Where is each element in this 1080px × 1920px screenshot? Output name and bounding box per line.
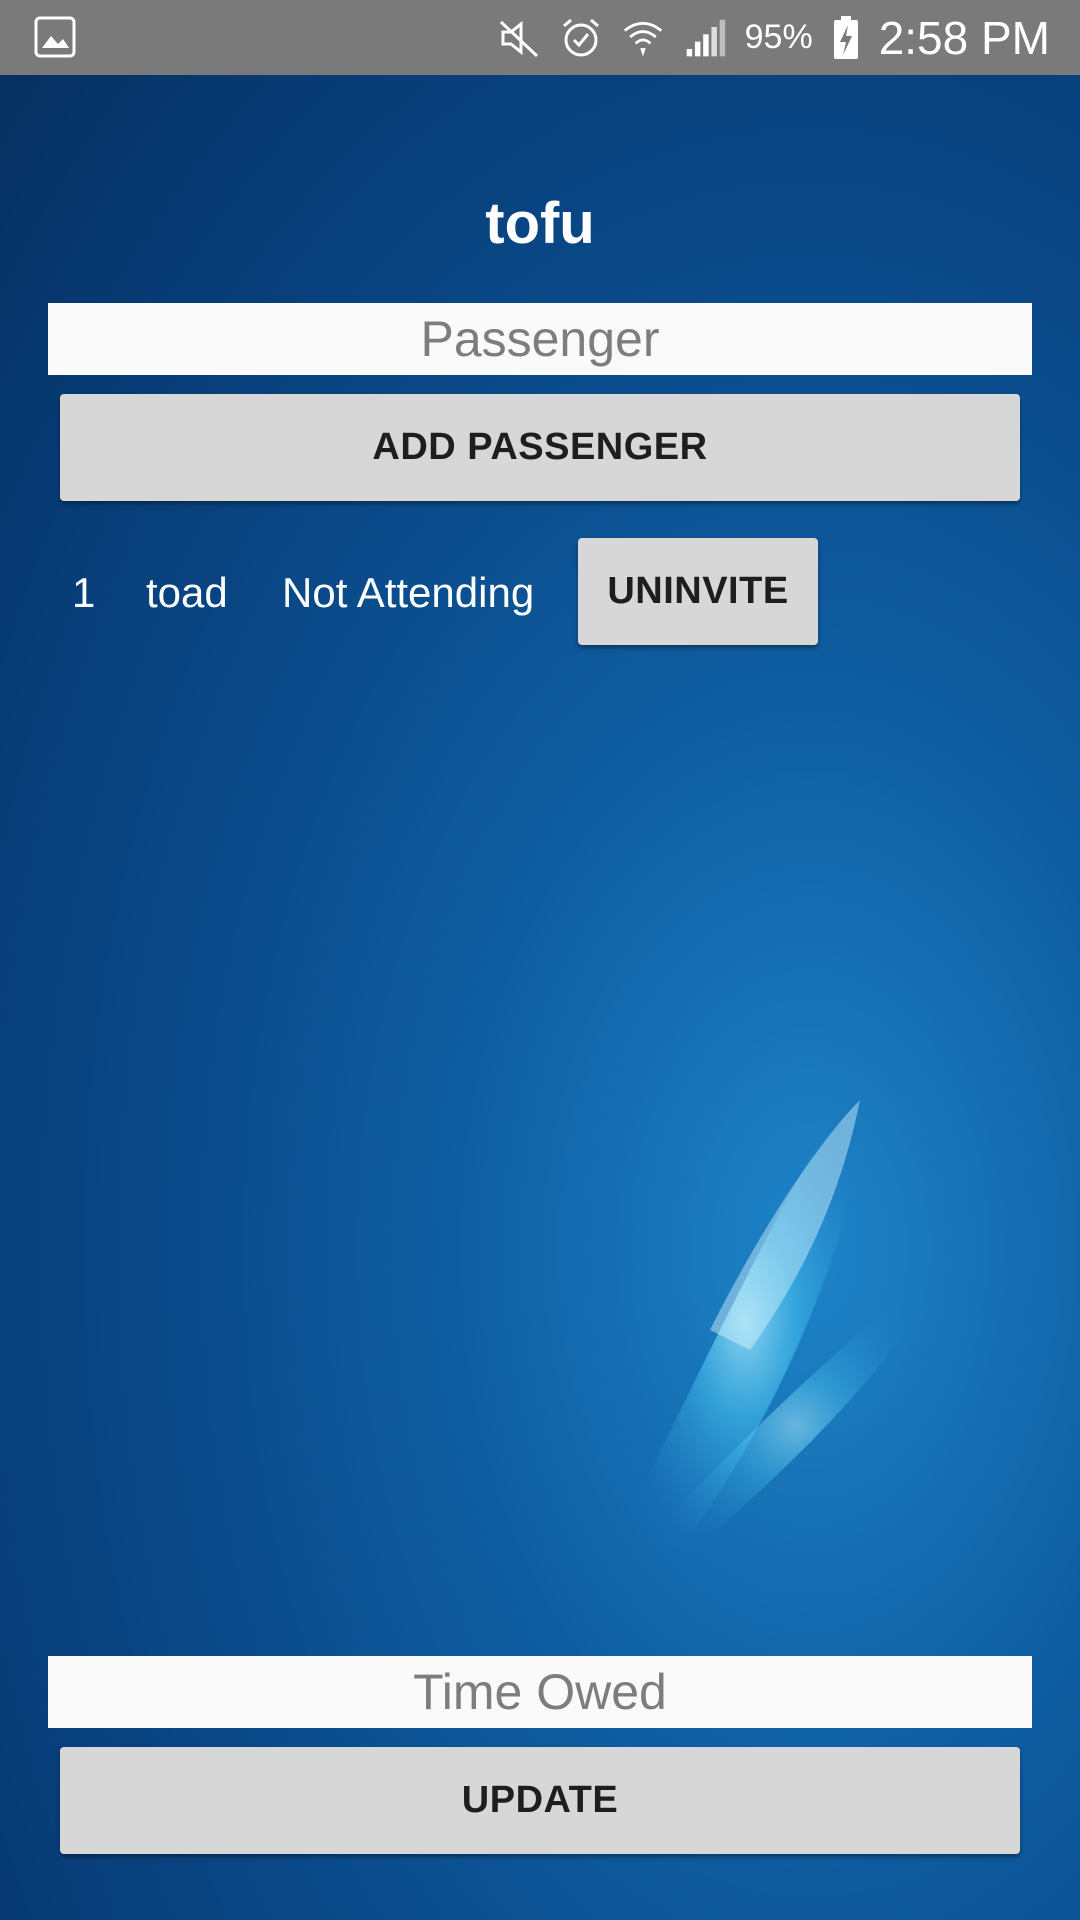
- page-title: tofu: [485, 191, 595, 256]
- passenger-input[interactable]: [48, 303, 1032, 375]
- status-bar: 95% 2:58 PM: [0, 0, 1080, 75]
- update-button[interactable]: UPDATE: [60, 1747, 1020, 1854]
- time-owed-input[interactable]: [48, 1656, 1032, 1728]
- passenger-name: toad: [146, 569, 228, 616]
- passenger-status: Not Attending: [282, 569, 535, 616]
- alarm-icon: [559, 16, 603, 60]
- battery-charging-icon: [831, 15, 861, 60]
- app-screen: 95% 2:58 PM tofu ADD PASSENGER 1 toad No…: [0, 0, 1080, 1920]
- uninvite-button[interactable]: UNINVITE: [578, 538, 818, 645]
- image-icon: [34, 16, 76, 58]
- mute-icon: [497, 16, 541, 60]
- wifi-icon: [621, 16, 665, 60]
- battery-percent: 95%: [744, 18, 813, 56]
- signal-icon: [683, 16, 727, 60]
- background-glow: [600, 1020, 960, 1570]
- clock: 2:58 PM: [878, 11, 1050, 64]
- passenger-number: 1: [72, 569, 96, 616]
- add-passenger-button[interactable]: ADD PASSENGER: [60, 394, 1020, 501]
